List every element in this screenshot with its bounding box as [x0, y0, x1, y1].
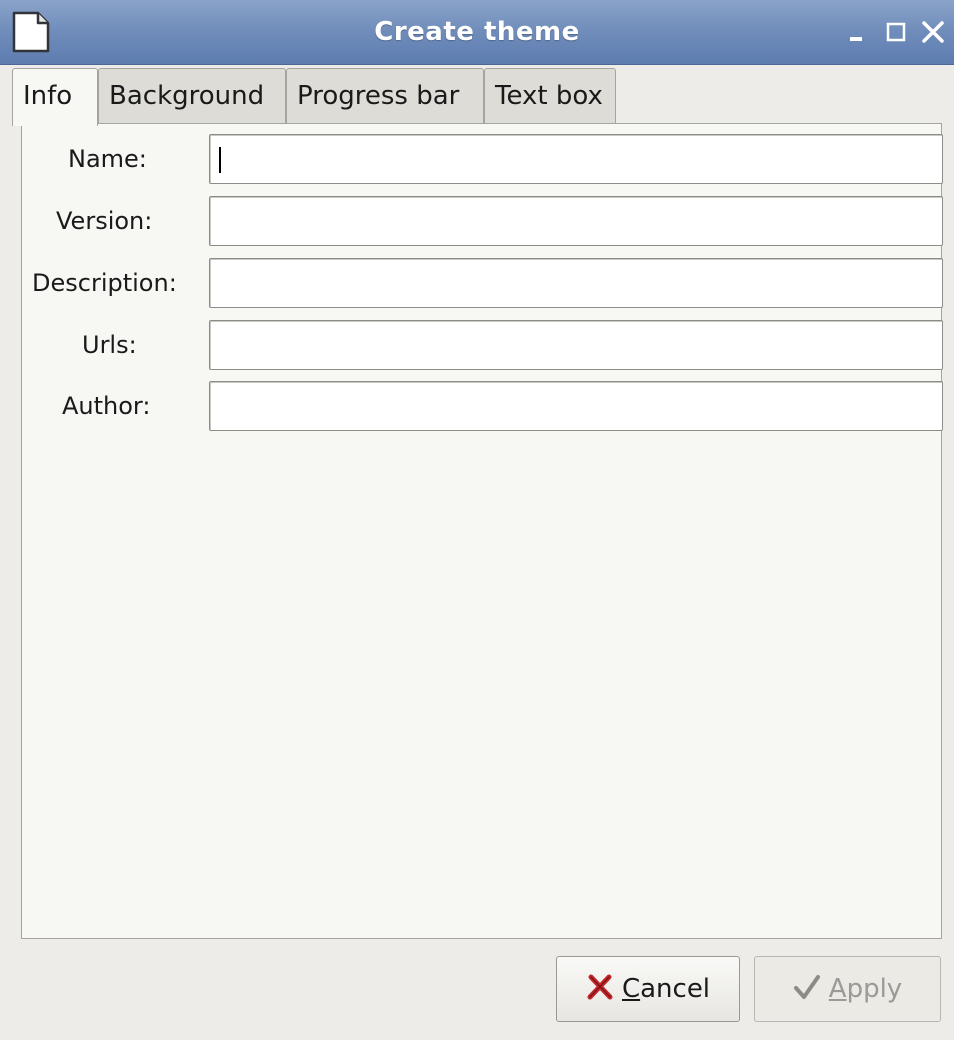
- tab-info[interactable]: Info: [12, 68, 98, 126]
- checkmark-icon: [793, 974, 820, 999]
- minimize-icon[interactable]: [846, 18, 872, 46]
- apply-button[interactable]: Apply: [754, 956, 941, 1022]
- close-icon[interactable]: [920, 18, 946, 46]
- maximize-icon[interactable]: [884, 18, 910, 46]
- create-theme-dialog: Create theme Info Background Progress ba…: [0, 0, 954, 1040]
- dialog-action-area: Cancel Apply: [0, 940, 954, 1040]
- tab-progress-bar[interactable]: Progress bar: [286, 68, 484, 124]
- version-label: Version:: [56, 207, 153, 235]
- author-input[interactable]: [209, 381, 943, 431]
- cancel-button[interactable]: Cancel: [556, 956, 740, 1022]
- form-row-description: Description:: [22, 258, 943, 308]
- name-input[interactable]: [209, 134, 943, 184]
- description-input[interactable]: [209, 258, 943, 308]
- form-row-author: Author:: [22, 381, 943, 431]
- version-input[interactable]: [209, 196, 943, 246]
- title-bar[interactable]: Create theme: [0, 0, 954, 65]
- name-label: Name:: [68, 145, 147, 173]
- form-row-name: Name:: [22, 134, 943, 184]
- urls-label: Urls:: [82, 331, 137, 359]
- tab-text-box[interactable]: Text box: [484, 68, 616, 124]
- urls-input[interactable]: [209, 320, 943, 370]
- author-label: Author:: [62, 392, 151, 420]
- apply-label: pply: [846, 974, 903, 1004]
- window-title: Create theme: [374, 17, 580, 47]
- info-page: Name: Version: Description: Urls: Author…: [21, 123, 943, 939]
- cancel-x-icon: [587, 974, 613, 999]
- cancel-label: ancel: [640, 974, 711, 1004]
- form-row-version: Version:: [22, 196, 943, 246]
- apply-mnemonic: A: [828, 974, 847, 1004]
- description-label: Description:: [32, 269, 177, 297]
- cancel-mnemonic: C: [621, 974, 641, 1004]
- tab-background[interactable]: Background: [98, 68, 286, 124]
- form-row-urls: Urls:: [22, 320, 943, 370]
- text-caret: [219, 147, 221, 173]
